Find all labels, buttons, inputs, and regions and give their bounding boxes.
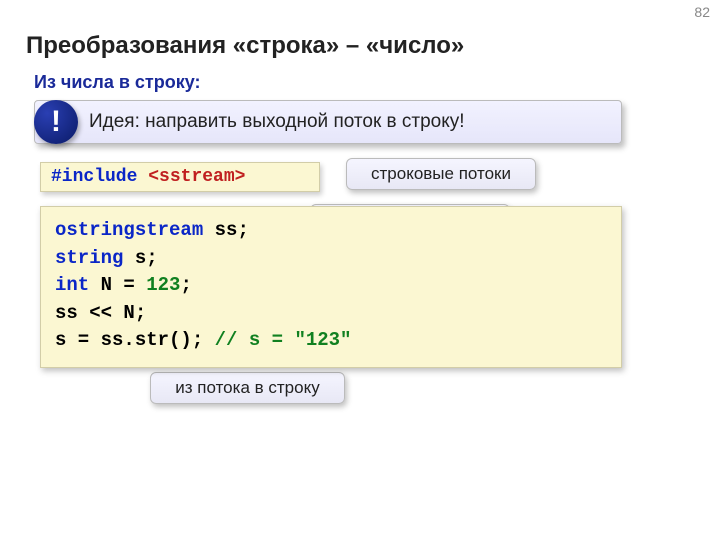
- code-line-5: s = ss.str(); // s = "123": [55, 327, 607, 355]
- idea-text: Идея: направить выходной поток в строку!: [89, 111, 465, 133]
- code-text: N: [89, 274, 112, 296]
- code-text: s = ss.str();: [55, 329, 215, 351]
- code-number: 123: [146, 274, 180, 296]
- callout-string-streams: строковые потоки: [346, 158, 536, 190]
- page-subtitle: Из числа в строку:: [34, 72, 201, 93]
- include-header: <sstream>: [148, 167, 245, 187]
- code-line-2: string s;: [55, 245, 607, 273]
- idea-bar: Идея: направить выходной поток в строку!: [34, 100, 622, 144]
- code-type: string: [55, 247, 123, 269]
- code-line-4: ss << N;: [55, 300, 607, 328]
- code-line-3: int N = 123;: [55, 272, 607, 300]
- code-line-1: ostringstream ss;: [55, 217, 607, 245]
- code-text: ss;: [203, 219, 249, 241]
- code-type: int: [55, 274, 89, 296]
- page-number: 82: [694, 4, 710, 20]
- code-comment: // s = "123": [215, 329, 352, 351]
- callout-to-string: из потока в строку: [150, 372, 345, 404]
- include-code: #include <sstream>: [40, 162, 320, 192]
- page-title: Преобразования «строка» – «число»: [26, 32, 464, 60]
- code-text: =: [112, 274, 146, 296]
- exclamation-icon: !: [34, 100, 78, 144]
- include-directive: #include: [51, 167, 137, 187]
- code-text: s;: [123, 247, 157, 269]
- code-block: ostringstream ss; string s; int N = 123;…: [40, 206, 622, 368]
- code-type: ostringstream: [55, 219, 203, 241]
- code-text: ;: [180, 274, 191, 296]
